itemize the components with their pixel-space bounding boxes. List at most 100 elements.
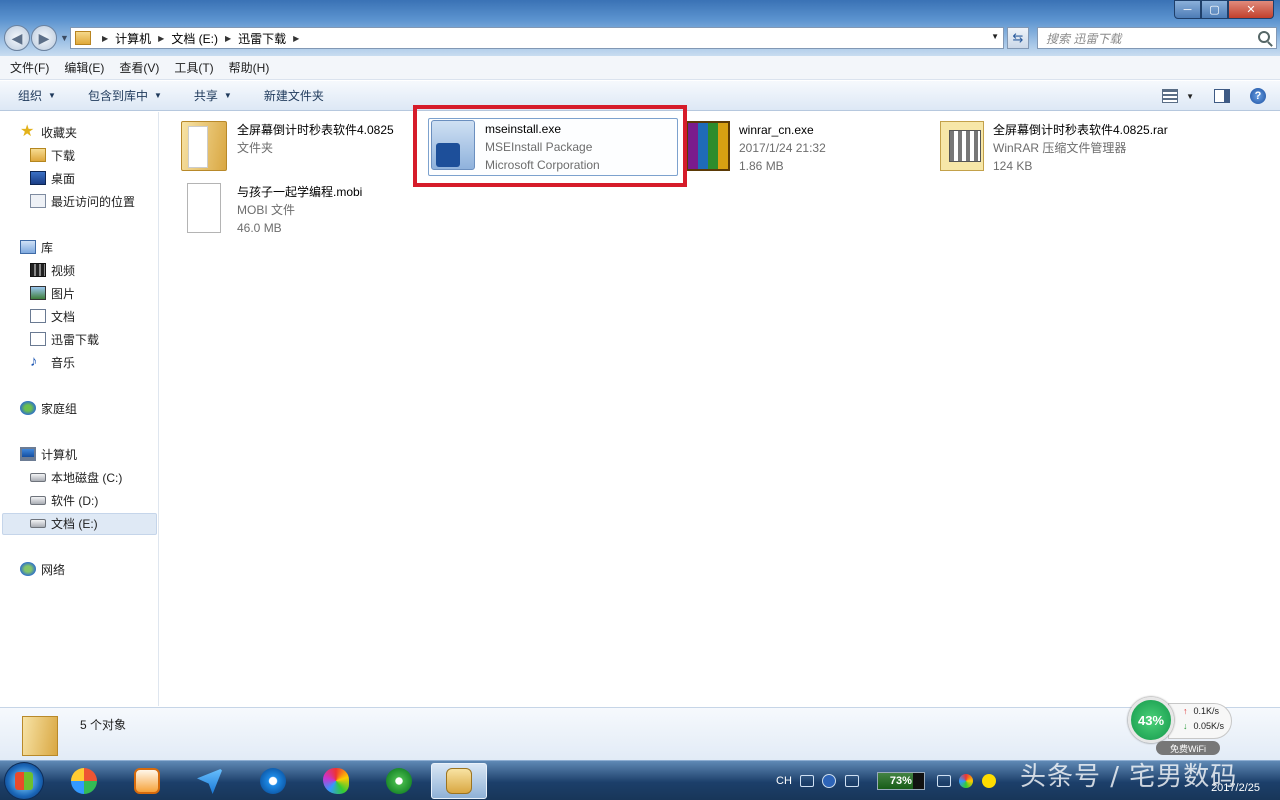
start-button[interactable] xyxy=(4,762,44,800)
picture-icon xyxy=(30,286,46,300)
speed-readout: ↑ 0.1K/s ↓ 0.05K/s xyxy=(1168,703,1232,739)
minimize-button[interactable]: ─ xyxy=(1174,0,1201,19)
sidebar-label: 下载 xyxy=(51,148,76,163)
item-count: 5 个对象 xyxy=(80,718,127,732)
library-icon xyxy=(20,240,36,254)
close-button[interactable]: ✕ xyxy=(1228,0,1274,19)
file-item-folder[interactable]: 全屏幕倒计时秒表软件4.0825 文件夹 xyxy=(181,121,394,171)
hard-drive-icon xyxy=(30,518,46,528)
chevron-right-icon[interactable]: ▶ xyxy=(102,34,108,43)
sidebar-item-homegroup[interactable]: 家庭组 xyxy=(20,398,77,418)
recent-places-icon xyxy=(30,194,46,208)
sidebar-label: 本地磁盘 (C:) xyxy=(51,470,123,485)
search-icon[interactable] xyxy=(1258,31,1270,43)
sidebar-item-drive-c[interactable]: 本地磁盘 (C:) xyxy=(30,467,122,487)
taskbar-app-2[interactable] xyxy=(119,763,175,799)
sidebar-item-drive-d[interactable]: 软件 (D:) xyxy=(30,490,98,510)
sidebar-label: 文档 xyxy=(51,309,76,324)
breadcrumb-computer[interactable]: 计算机 xyxy=(115,30,151,47)
view-dropdown-icon[interactable]: ▼ xyxy=(1186,92,1194,101)
taskbar-explorer[interactable] xyxy=(431,763,487,799)
taskbar-app-3[interactable] xyxy=(182,763,238,799)
power-plug-icon[interactable] xyxy=(936,775,951,787)
highlight-annotation-box xyxy=(413,105,687,187)
preview-pane-icon[interactable] xyxy=(1214,89,1230,103)
organize-button[interactable]: 组织 ▼ xyxy=(18,87,56,104)
menu-edit[interactable]: 编辑(E) xyxy=(64,59,104,76)
refresh-button[interactable]: ⇆ xyxy=(1007,27,1029,49)
sidebar-item-documents[interactable]: 文档 xyxy=(30,306,75,326)
search-placeholder: 搜索 迅雷下载 xyxy=(1046,31,1122,46)
sidebar-item-drive-e[interactable]: 文档 (E:) xyxy=(30,513,98,533)
free-wifi-badge[interactable]: 免费WiFi xyxy=(1156,741,1220,755)
battery-percent: 73% xyxy=(889,775,912,787)
new-folder-button[interactable]: 新建文件夹 xyxy=(264,87,324,104)
add-icon[interactable] xyxy=(981,774,996,788)
include-in-library-button[interactable]: 包含到库中 ▼ xyxy=(88,87,162,104)
sidebar-item-videos[interactable]: 视频 xyxy=(30,260,75,280)
keyboard-icon[interactable] xyxy=(799,775,814,787)
chrome-icon[interactable] xyxy=(958,774,973,788)
browser-icon xyxy=(386,768,412,794)
view-options-icon[interactable] xyxy=(1162,89,1179,103)
download-arrow-icon: ↓ xyxy=(1183,721,1188,731)
battery-indicator[interactable]: 73% xyxy=(876,772,925,790)
downloads-folder-icon xyxy=(30,148,46,162)
hard-drive-icon xyxy=(30,472,46,482)
file-item-winrar-exe[interactable]: winrar_cn.exe 2017/1/24 21:32 1.86 MB xyxy=(686,121,826,175)
history-dropdown-icon[interactable]: ▼ xyxy=(60,33,69,43)
sidebar-item-favorites[interactable]: ★ 收藏夹 xyxy=(20,122,77,142)
computer-icon xyxy=(20,447,36,461)
taskbar-app-1[interactable] xyxy=(56,763,112,799)
taskbar-app-4[interactable] xyxy=(245,763,301,799)
sidebar-item-pictures[interactable]: 图片 xyxy=(30,283,75,303)
menu-file[interactable]: 文件(F) xyxy=(10,59,49,76)
share-button[interactable]: 共享 ▼ xyxy=(194,87,232,104)
hard-drive-icon xyxy=(30,495,46,505)
back-button[interactable]: ◀ xyxy=(4,25,30,51)
settings-icon[interactable] xyxy=(844,775,859,787)
breadcrumb-drive-e[interactable]: 文档 (E:) xyxy=(171,30,218,47)
file-item-mobi[interactable]: 与孩子一起学编程.mobi MOBI 文件 46.0 MB xyxy=(181,183,362,237)
share-label: 共享 xyxy=(193,89,218,103)
chevron-right-icon[interactable]: ▶ xyxy=(225,34,231,43)
chevron-right-icon[interactable]: ▶ xyxy=(293,34,299,43)
menu-help[interactable]: 帮助(H) xyxy=(229,59,270,76)
search-input[interactable]: 搜索 迅雷下载 xyxy=(1037,27,1277,49)
sidebar-item-computer[interactable]: 计算机 xyxy=(20,444,77,464)
file-size: 46.0 MB xyxy=(237,221,282,235)
archive-icon xyxy=(940,121,984,171)
breadcrumb-xunlei-download[interactable]: 迅雷下载 xyxy=(238,30,286,47)
sidebar-item-recent-places[interactable]: 最近访问的位置 xyxy=(30,191,135,211)
windows-logo-icon xyxy=(15,772,33,790)
winrar-icon xyxy=(686,121,730,171)
cloud-app-icon xyxy=(260,768,286,794)
window-controls: ─ ▢ ✕ xyxy=(1174,0,1274,19)
forward-button[interactable]: ▶ xyxy=(31,25,57,51)
menu-view[interactable]: 查看(V) xyxy=(119,59,159,76)
sidebar-item-downloads[interactable]: 下载 xyxy=(30,145,75,165)
menu-tools[interactable]: 工具(T) xyxy=(174,59,213,76)
maximize-button[interactable]: ▢ xyxy=(1201,0,1228,19)
address-dropdown-icon[interactable]: ▼ xyxy=(991,32,999,41)
sidebar-item-network[interactable]: 网络 xyxy=(20,559,65,579)
network-speed-widget[interactable]: ↑ 0.1K/s ↓ 0.05K/s 43% 免费WiFi xyxy=(1128,697,1234,757)
sidebar-item-music[interactable]: ♪ 音乐 xyxy=(30,352,75,372)
address-bar[interactable]: ▶ 计算机 ▶ 文档 (E:) ▶ 迅雷下载 ▶ ▼ xyxy=(70,27,1004,49)
sidebar-item-xunlei-download[interactable]: 迅雷下载 xyxy=(30,329,99,349)
chevron-down-icon: ▼ xyxy=(48,91,56,100)
sidebar-label: 迅雷下载 xyxy=(51,332,100,347)
help-icon[interactable] xyxy=(821,774,836,788)
taskbar-app-6[interactable] xyxy=(371,763,427,799)
sidebar-item-libraries[interactable]: 库 xyxy=(20,237,53,257)
sidebar-item-desktop[interactable]: 桌面 xyxy=(30,168,75,188)
help-icon[interactable]: ? xyxy=(1250,88,1266,104)
clock-date[interactable]: 2017/2/25 xyxy=(1211,782,1260,794)
taskbar-app-5[interactable] xyxy=(308,763,364,799)
file-item-rar-archive[interactable]: 全屏幕倒计时秒表软件4.0825.rar WinRAR 压缩文件管理器 124 … xyxy=(940,121,1168,175)
folder-icon xyxy=(22,716,58,756)
sidebar-label: 软件 (D:) xyxy=(51,493,99,508)
sidebar-label: 桌面 xyxy=(51,171,76,186)
chevron-right-icon[interactable]: ▶ xyxy=(158,34,164,43)
language-indicator[interactable]: CH xyxy=(776,775,792,787)
